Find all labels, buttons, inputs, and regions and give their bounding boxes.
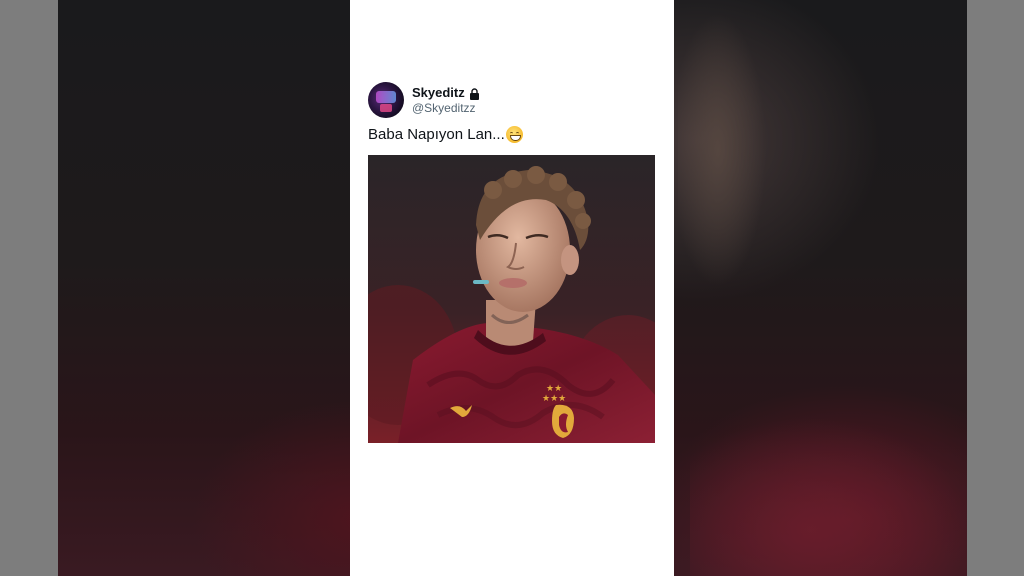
player-photo-icon: ★★ ★★★ xyxy=(368,155,655,443)
tweet-card: Skyeditz @Skyeditzz Baba Napıyon Lan... xyxy=(350,0,674,576)
video-frame: Skyeditz @Skyeditzz Baba Napıyon Lan... xyxy=(0,0,1024,576)
left-letterbox xyxy=(0,0,58,576)
name-row: Skyeditz xyxy=(412,85,480,100)
tweet-text: Baba Napıyon Lan... xyxy=(368,126,505,143)
lock-icon xyxy=(469,87,480,100)
grinning-face-emoji-icon xyxy=(505,126,523,143)
tweet-photo[interactable]: ★★ ★★★ xyxy=(368,155,655,443)
blurred-player-shirt xyxy=(690,380,967,576)
author-block: Skyeditz @Skyeditzz xyxy=(412,85,480,115)
tweet-header: Skyeditz @Skyeditzz xyxy=(368,82,480,118)
right-letterbox xyxy=(967,0,1024,576)
avatar[interactable] xyxy=(368,82,404,118)
svg-text:★★: ★★ xyxy=(546,384,562,394)
display-name[interactable]: Skyeditz xyxy=(412,85,465,100)
handle[interactable]: @Skyeditzz xyxy=(412,101,480,115)
blurred-player-head xyxy=(678,0,788,360)
svg-text:★★★: ★★★ xyxy=(542,394,566,404)
tweet-text-row: Baba Napıyon Lan... xyxy=(368,126,523,143)
